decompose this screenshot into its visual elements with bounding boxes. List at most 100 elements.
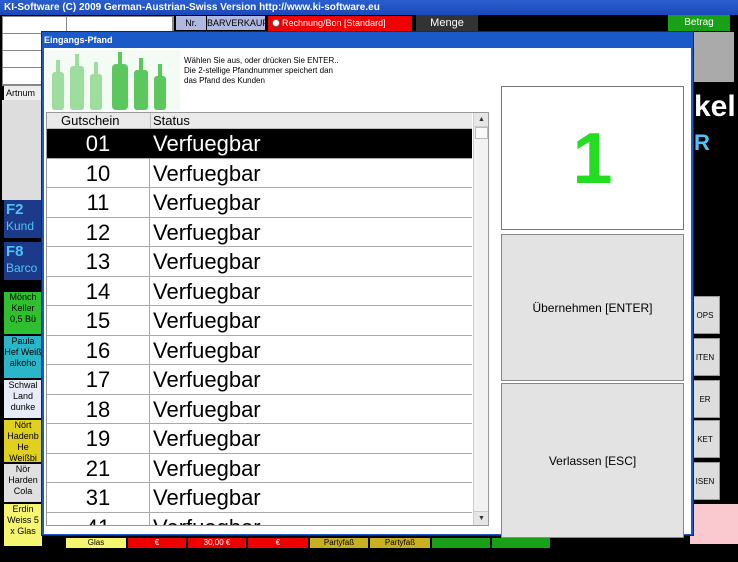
row-status-cell: Verfuegbar [153, 485, 261, 510]
instructions-text: Wählen Sie aus, oder drücken Sie ENTER..… [184, 56, 339, 85]
menge-label: Menge [416, 15, 478, 31]
product-label: Schwal Land dunke [8, 380, 38, 412]
row-gutschein-cell: 21 [47, 453, 150, 482]
product-button[interactable]: Nört Hadenb He Weißbi [4, 420, 42, 462]
table-row[interactable]: 18 Verfuegbar [47, 394, 472, 424]
right-function-button[interactable]: ER [690, 380, 720, 418]
pfand-dialog: Eingangs-Pfand Wählen Sie aus, oder drüc… [41, 31, 694, 538]
dialog-body: Wählen Sie aus, oder drücken Sie ENTER..… [44, 48, 691, 538]
barverkauf-label[interactable]: BARVERKAUF [207, 16, 268, 30]
row-status-cell: Verfuegbar [153, 455, 261, 481]
f8-sub-label: Barco [6, 261, 38, 275]
bottom-product-label[interactable]: Partyfaß [370, 538, 430, 548]
row-gutschein-cell: 11 [47, 188, 150, 217]
left-info-panel [2, 100, 42, 200]
table-row[interactable]: 21 Verfuegbar [47, 453, 472, 483]
article-name-display: kel R [694, 86, 738, 276]
bottom-product-tile[interactable] [432, 538, 490, 548]
article-sub-text: R [694, 130, 710, 155]
product-label: Nör Harden Cola [8, 464, 38, 496]
product-label: Paula Hef Weiß alkoho [4, 336, 42, 368]
table-row[interactable]: 16 Verfuegbar [47, 335, 472, 365]
row-gutschein-cell: 14 [47, 276, 150, 305]
column-header-status[interactable]: Status [153, 113, 190, 129]
product-label: Nört Hadenb He Weißbi [7, 420, 39, 462]
radio-icon [272, 19, 280, 27]
bottom-product-label[interactable]: € [128, 538, 186, 548]
right-header-panel [694, 32, 734, 82]
dialog-title: Eingangs-Pfand [44, 35, 113, 45]
table-row[interactable]: 01 Verfuegbar [47, 129, 472, 159]
table-row[interactable]: 17 Verfuegbar [47, 365, 472, 395]
bottles-image [46, 50, 180, 110]
artnum-label: Artnum [4, 86, 44, 100]
right-function-button[interactable]: KET [690, 420, 720, 458]
pfand-table[interactable]: Gutschein Status 01 Verfuegbar 10 Verfuegba… [46, 112, 489, 526]
table-row[interactable]: 14 Verfuegbar [47, 276, 472, 306]
bottom-product-label[interactable]: Partyfaß [310, 538, 368, 548]
row-status-cell: Verfuegbar [153, 249, 261, 274]
table-rows: 01 Verfuegbar 10 Verfuegbar 11 Verfuegbar 12 Ve… [47, 129, 472, 526]
f8-barcode-button[interactable]: F8 Barco [4, 242, 42, 280]
row-gutschein-cell: 41 [47, 512, 150, 525]
row-status-cell: Verfuegbar [153, 367, 261, 392]
article-name-text: kel [694, 90, 736, 123]
right-function-button[interactable]: OPS [690, 296, 720, 334]
table-row[interactable]: 15 Verfuegbar [47, 306, 472, 336]
table-row[interactable]: 12 Verfuegbar [47, 217, 472, 247]
product-label: Erdin Weiss 5 x Glas [7, 504, 39, 536]
row-status-cell: Verfuegbar [153, 337, 261, 363]
table-row[interactable]: 13 Verfuegbar [47, 247, 472, 277]
right-function-button[interactable]: ISEN [690, 462, 720, 500]
f2-sub-label: Kund [6, 219, 35, 233]
column-separator [150, 113, 151, 129]
column-header-gutschein[interactable]: Gutschein [61, 113, 120, 129]
row-status-cell: Verfuegbar [153, 308, 261, 333]
f2-customer-button[interactable]: F2 Kund [4, 200, 42, 238]
exit-button[interactable]: Verlassen [ESC] [501, 383, 684, 538]
accept-button[interactable]: Übernehmen [ENTER] [501, 234, 684, 381]
selected-number-display: 1 [501, 86, 684, 230]
f2-key-label: F2 [6, 201, 24, 218]
rechnung-radio[interactable]: Rechnung/Bon [Standard] [268, 16, 412, 31]
row-gutschein-cell: 17 [47, 365, 150, 394]
row-status-cell: Verfuegbar [153, 513, 261, 526]
row-gutschein-cell: 01 [47, 129, 150, 158]
bottom-product-label[interactable]: € [248, 538, 308, 548]
table-row[interactable]: 19 Verfuegbar [47, 424, 472, 454]
table-row[interactable]: 31 Verfuegbar [47, 483, 472, 513]
row-status-cell: Verfuegbar [153, 131, 261, 156]
table-row[interactable]: 10 Verfuegbar [47, 158, 472, 188]
scroll-up-icon[interactable]: ▲ [474, 113, 488, 127]
row-status-cell: Verfuegbar [153, 396, 261, 422]
bottom-product-label[interactable]: Glas [66, 538, 126, 548]
nr-label: Nr. [176, 16, 206, 30]
f8-key-label: F8 [6, 243, 24, 260]
table-row[interactable]: 41Verfuegbar [47, 512, 472, 526]
row-gutschein-cell: 18 [47, 394, 150, 423]
product-button[interactable]: Nör Harden Cola [4, 464, 42, 502]
right-pink-panel [690, 504, 738, 544]
app-titlebar: KI-Software (C) 2009 German-Austrian-Swi… [0, 0, 738, 15]
bottom-product-tile[interactable] [492, 538, 550, 548]
betrag-label: Betrag [668, 15, 730, 31]
scroll-down-icon[interactable]: ▼ [474, 511, 488, 525]
product-label: Mönch Keller 0,5 Bü [9, 292, 37, 324]
row-status-cell: Verfuegbar [153, 278, 261, 304]
product-button[interactable]: Schwal Land dunke [4, 380, 42, 418]
rechnung-label: Rechnung/Bon [Standard] [282, 18, 386, 28]
scroll-thumb[interactable] [475, 127, 488, 139]
table-header: Gutschein Status [47, 113, 472, 129]
product-button[interactable]: Paula Hef Weiß alkoho [4, 336, 42, 378]
product-button[interactable]: Mönch Keller 0,5 Bü [4, 292, 42, 334]
table-row[interactable]: 11 Verfuegbar [47, 188, 472, 218]
right-function-button[interactable]: ITEN [690, 338, 720, 376]
row-status-cell: Verfuegbar [153, 426, 261, 451]
product-button[interactable]: Erdin Weiss 5 x Glas [4, 504, 42, 546]
row-gutschein-cell: 19 [47, 424, 150, 453]
row-gutschein-cell: 10 [47, 158, 150, 187]
vertical-scrollbar[interactable]: ▲ ▼ [473, 113, 488, 525]
row-gutschein-cell: 15 [47, 306, 150, 335]
bottom-product-label[interactable]: 30,00 € [188, 538, 246, 548]
row-status-cell: Verfuegbar [153, 160, 261, 186]
